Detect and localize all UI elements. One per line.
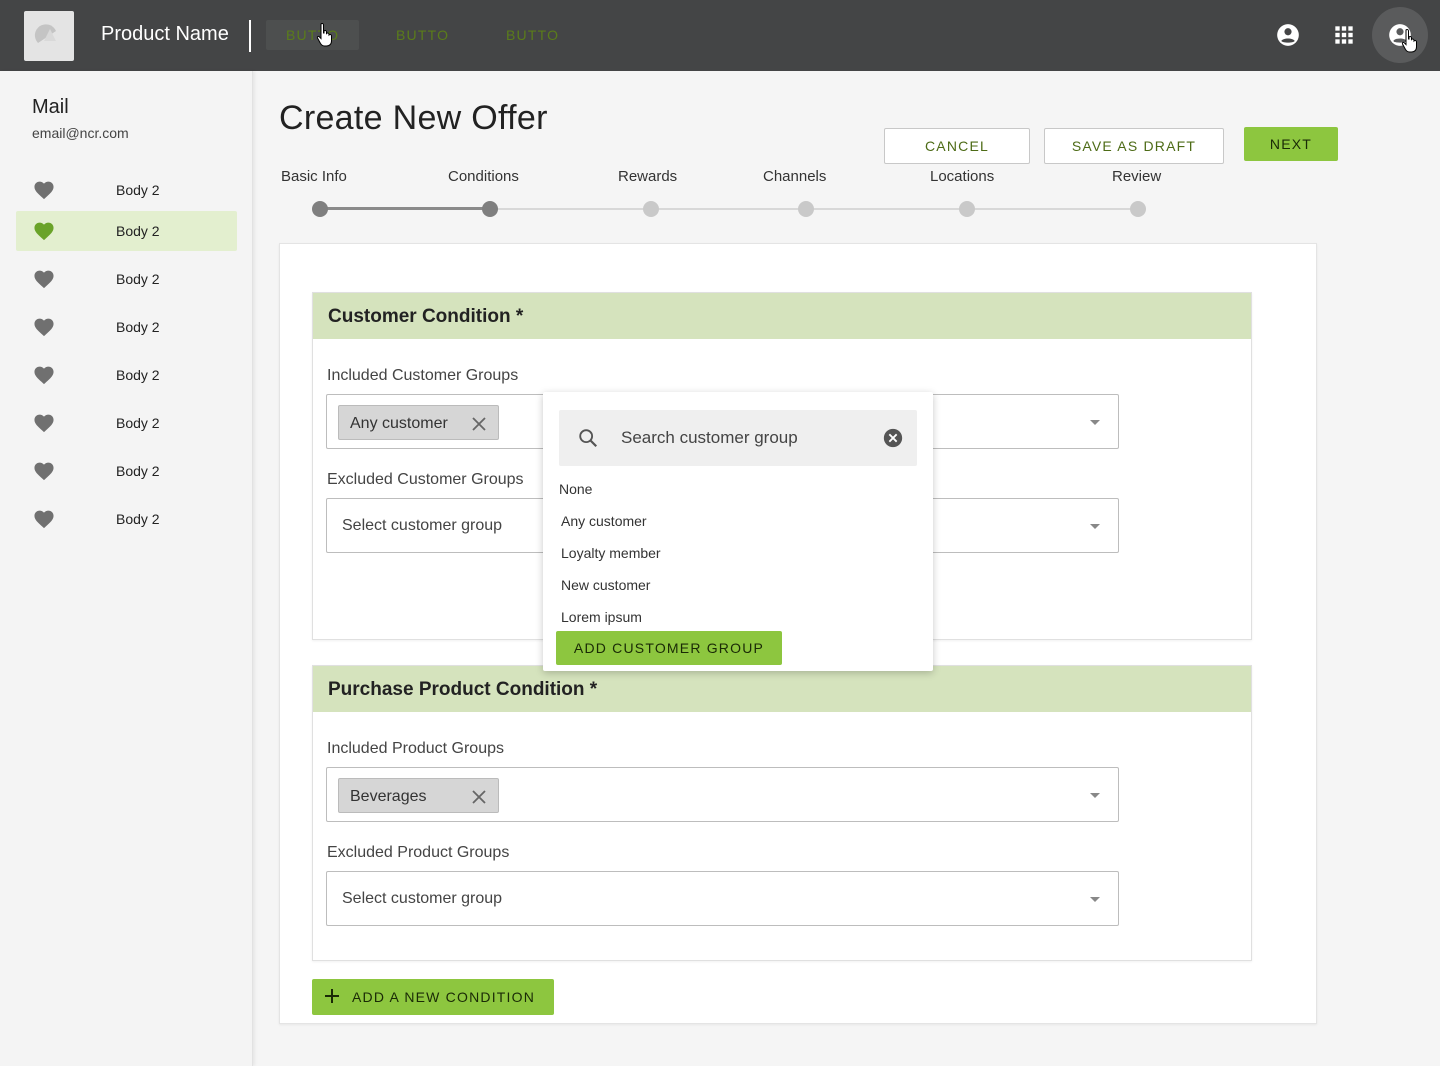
sidebar-title: Mail bbox=[32, 96, 69, 118]
select-placeholder: Select customer group bbox=[342, 890, 503, 907]
chevron-down-icon[interactable] bbox=[1090, 897, 1100, 902]
chip-label: Any customer bbox=[350, 415, 448, 432]
sidebar-item-label: Body 2 bbox=[116, 463, 160, 479]
step-label[interactable]: Channels bbox=[763, 168, 826, 185]
step-label[interactable]: Review bbox=[1112, 168, 1161, 185]
add-new-condition-button[interactable]: ADD A NEW CONDITION bbox=[312, 979, 554, 1015]
step-label[interactable]: Locations bbox=[930, 168, 994, 185]
sidebar-item[interactable]: Body 2 bbox=[16, 170, 237, 210]
customer-condition-title: Customer Condition * bbox=[328, 306, 524, 327]
sidebar-item[interactable]: Body 2 bbox=[16, 307, 237, 347]
heart-icon bbox=[34, 222, 54, 241]
apps-grid-icon[interactable] bbox=[1331, 22, 1357, 48]
sidebar-item-label: Body 2 bbox=[116, 223, 160, 239]
plus-icon bbox=[325, 989, 339, 1003]
save-as-draft-button[interactable]: SAVE AS DRAFT bbox=[1044, 128, 1224, 164]
sidebar-item[interactable]: Body 2 bbox=[16, 259, 237, 299]
search-icon bbox=[579, 429, 598, 448]
sidebar-item-label: Body 2 bbox=[116, 367, 160, 383]
sidebar: Mail email@ncr.com Body 2 Body 2 Body 2 Bod… bbox=[0, 71, 253, 1066]
included-customer-groups-label: Included Customer Groups bbox=[327, 367, 519, 384]
add-new-condition-label: ADD A NEW CONDITION bbox=[352, 989, 536, 1005]
product-condition-title: Purchase Product Condition * bbox=[328, 679, 598, 700]
chevron-down-icon[interactable] bbox=[1090, 420, 1100, 425]
page-title: Create New Offer bbox=[279, 99, 548, 137]
step-dot[interactable] bbox=[1130, 201, 1146, 217]
step-label[interactable]: Rewards bbox=[618, 168, 677, 185]
product-condition-header: Purchase Product Condition * bbox=[313, 666, 1251, 712]
chevron-down-icon[interactable] bbox=[1090, 793, 1100, 798]
logo-icon bbox=[34, 24, 56, 43]
heart-icon bbox=[34, 510, 54, 529]
nav-button-2[interactable]: BUTTO bbox=[376, 20, 469, 50]
chip-label: Beverages bbox=[350, 788, 427, 805]
nav-button-3[interactable]: BUTTO bbox=[486, 20, 579, 50]
sidebar-item[interactable]: Body 2 bbox=[16, 355, 237, 395]
customer-group-dropdown: Search customer group None Any customer Lo… bbox=[543, 392, 933, 671]
next-button[interactable]: NEXT bbox=[1244, 127, 1338, 161]
sidebar-item[interactable]: Body 2 bbox=[16, 451, 237, 491]
chevron-down-icon[interactable] bbox=[1090, 524, 1100, 529]
sidebar-item[interactable]: Body 2 bbox=[16, 403, 237, 443]
step-label[interactable]: Conditions bbox=[448, 168, 519, 185]
sidebar-item[interactable]: Body 2 bbox=[16, 211, 237, 251]
sidebar-item-label: Body 2 bbox=[116, 182, 160, 198]
heart-icon bbox=[34, 414, 54, 433]
heart-icon bbox=[34, 318, 54, 337]
customer-group-search[interactable]: Search customer group bbox=[559, 410, 917, 466]
clear-search-icon[interactable] bbox=[882, 427, 904, 449]
product-name: Product Name bbox=[101, 23, 229, 45]
heart-icon bbox=[34, 366, 54, 385]
chip-remove-icon[interactable] bbox=[471, 789, 487, 805]
heart-icon bbox=[34, 270, 54, 289]
step-dot[interactable] bbox=[312, 201, 328, 217]
chip-remove-icon[interactable] bbox=[471, 416, 487, 432]
step-dot[interactable] bbox=[798, 201, 814, 217]
sidebar-item[interactable]: Body 2 bbox=[16, 499, 237, 539]
beverages-chip: Beverages bbox=[338, 778, 499, 813]
hand-cursor-icon-2 bbox=[316, 22, 332, 47]
dropdown-option[interactable]: None bbox=[559, 481, 592, 497]
excluded-customer-groups-label: Excluded Customer Groups bbox=[327, 471, 524, 488]
nav-button-1[interactable]: BUTTO bbox=[266, 20, 360, 50]
excluded-product-groups-label: Excluded Product Groups bbox=[327, 844, 510, 861]
add-customer-group-button[interactable]: ADD CUSTOMER GROUP bbox=[556, 631, 782, 665]
dropdown-option[interactable]: New customer bbox=[561, 577, 650, 593]
step-dot[interactable] bbox=[959, 201, 975, 217]
account-circle-icon[interactable] bbox=[1275, 22, 1301, 48]
logo[interactable] bbox=[24, 11, 74, 61]
select-placeholder: Select customer group bbox=[342, 517, 503, 534]
dropdown-option[interactable]: Loyalty member bbox=[561, 545, 661, 561]
hand-cursor-icon bbox=[1401, 28, 1417, 53]
included-product-groups-label: Included Product Groups bbox=[327, 740, 504, 757]
step-dot[interactable] bbox=[643, 201, 659, 217]
stepper-progress bbox=[320, 207, 490, 210]
included-product-groups-select[interactable]: Beverages bbox=[326, 767, 1119, 822]
sidebar-item-label: Body 2 bbox=[116, 271, 160, 287]
customer-condition-header: Customer Condition * bbox=[313, 293, 1251, 339]
sidebar-item-label: Body 2 bbox=[116, 415, 160, 431]
dropdown-option[interactable]: Any customer bbox=[561, 513, 647, 529]
search-input[interactable]: Search customer group bbox=[621, 428, 798, 448]
dropdown-option[interactable]: Lorem ipsum bbox=[561, 609, 642, 625]
sidebar-email: email@ncr.com bbox=[32, 125, 129, 141]
heart-icon bbox=[34, 181, 54, 200]
topbar-divider bbox=[249, 20, 251, 52]
excluded-product-groups-select[interactable]: Select customer group bbox=[326, 871, 1119, 926]
top-app-bar: Product Name BUTTO BUTTO BUTTO bbox=[0, 0, 1440, 71]
heart-icon bbox=[34, 462, 54, 481]
cancel-button[interactable]: CANCEL bbox=[884, 128, 1030, 164]
sidebar-item-label: Body 2 bbox=[116, 511, 160, 527]
step-dot[interactable] bbox=[482, 201, 498, 217]
step-label[interactable]: Basic Info bbox=[281, 168, 347, 185]
sidebar-item-label: Body 2 bbox=[116, 319, 160, 335]
any-customer-chip: Any customer bbox=[338, 405, 499, 440]
